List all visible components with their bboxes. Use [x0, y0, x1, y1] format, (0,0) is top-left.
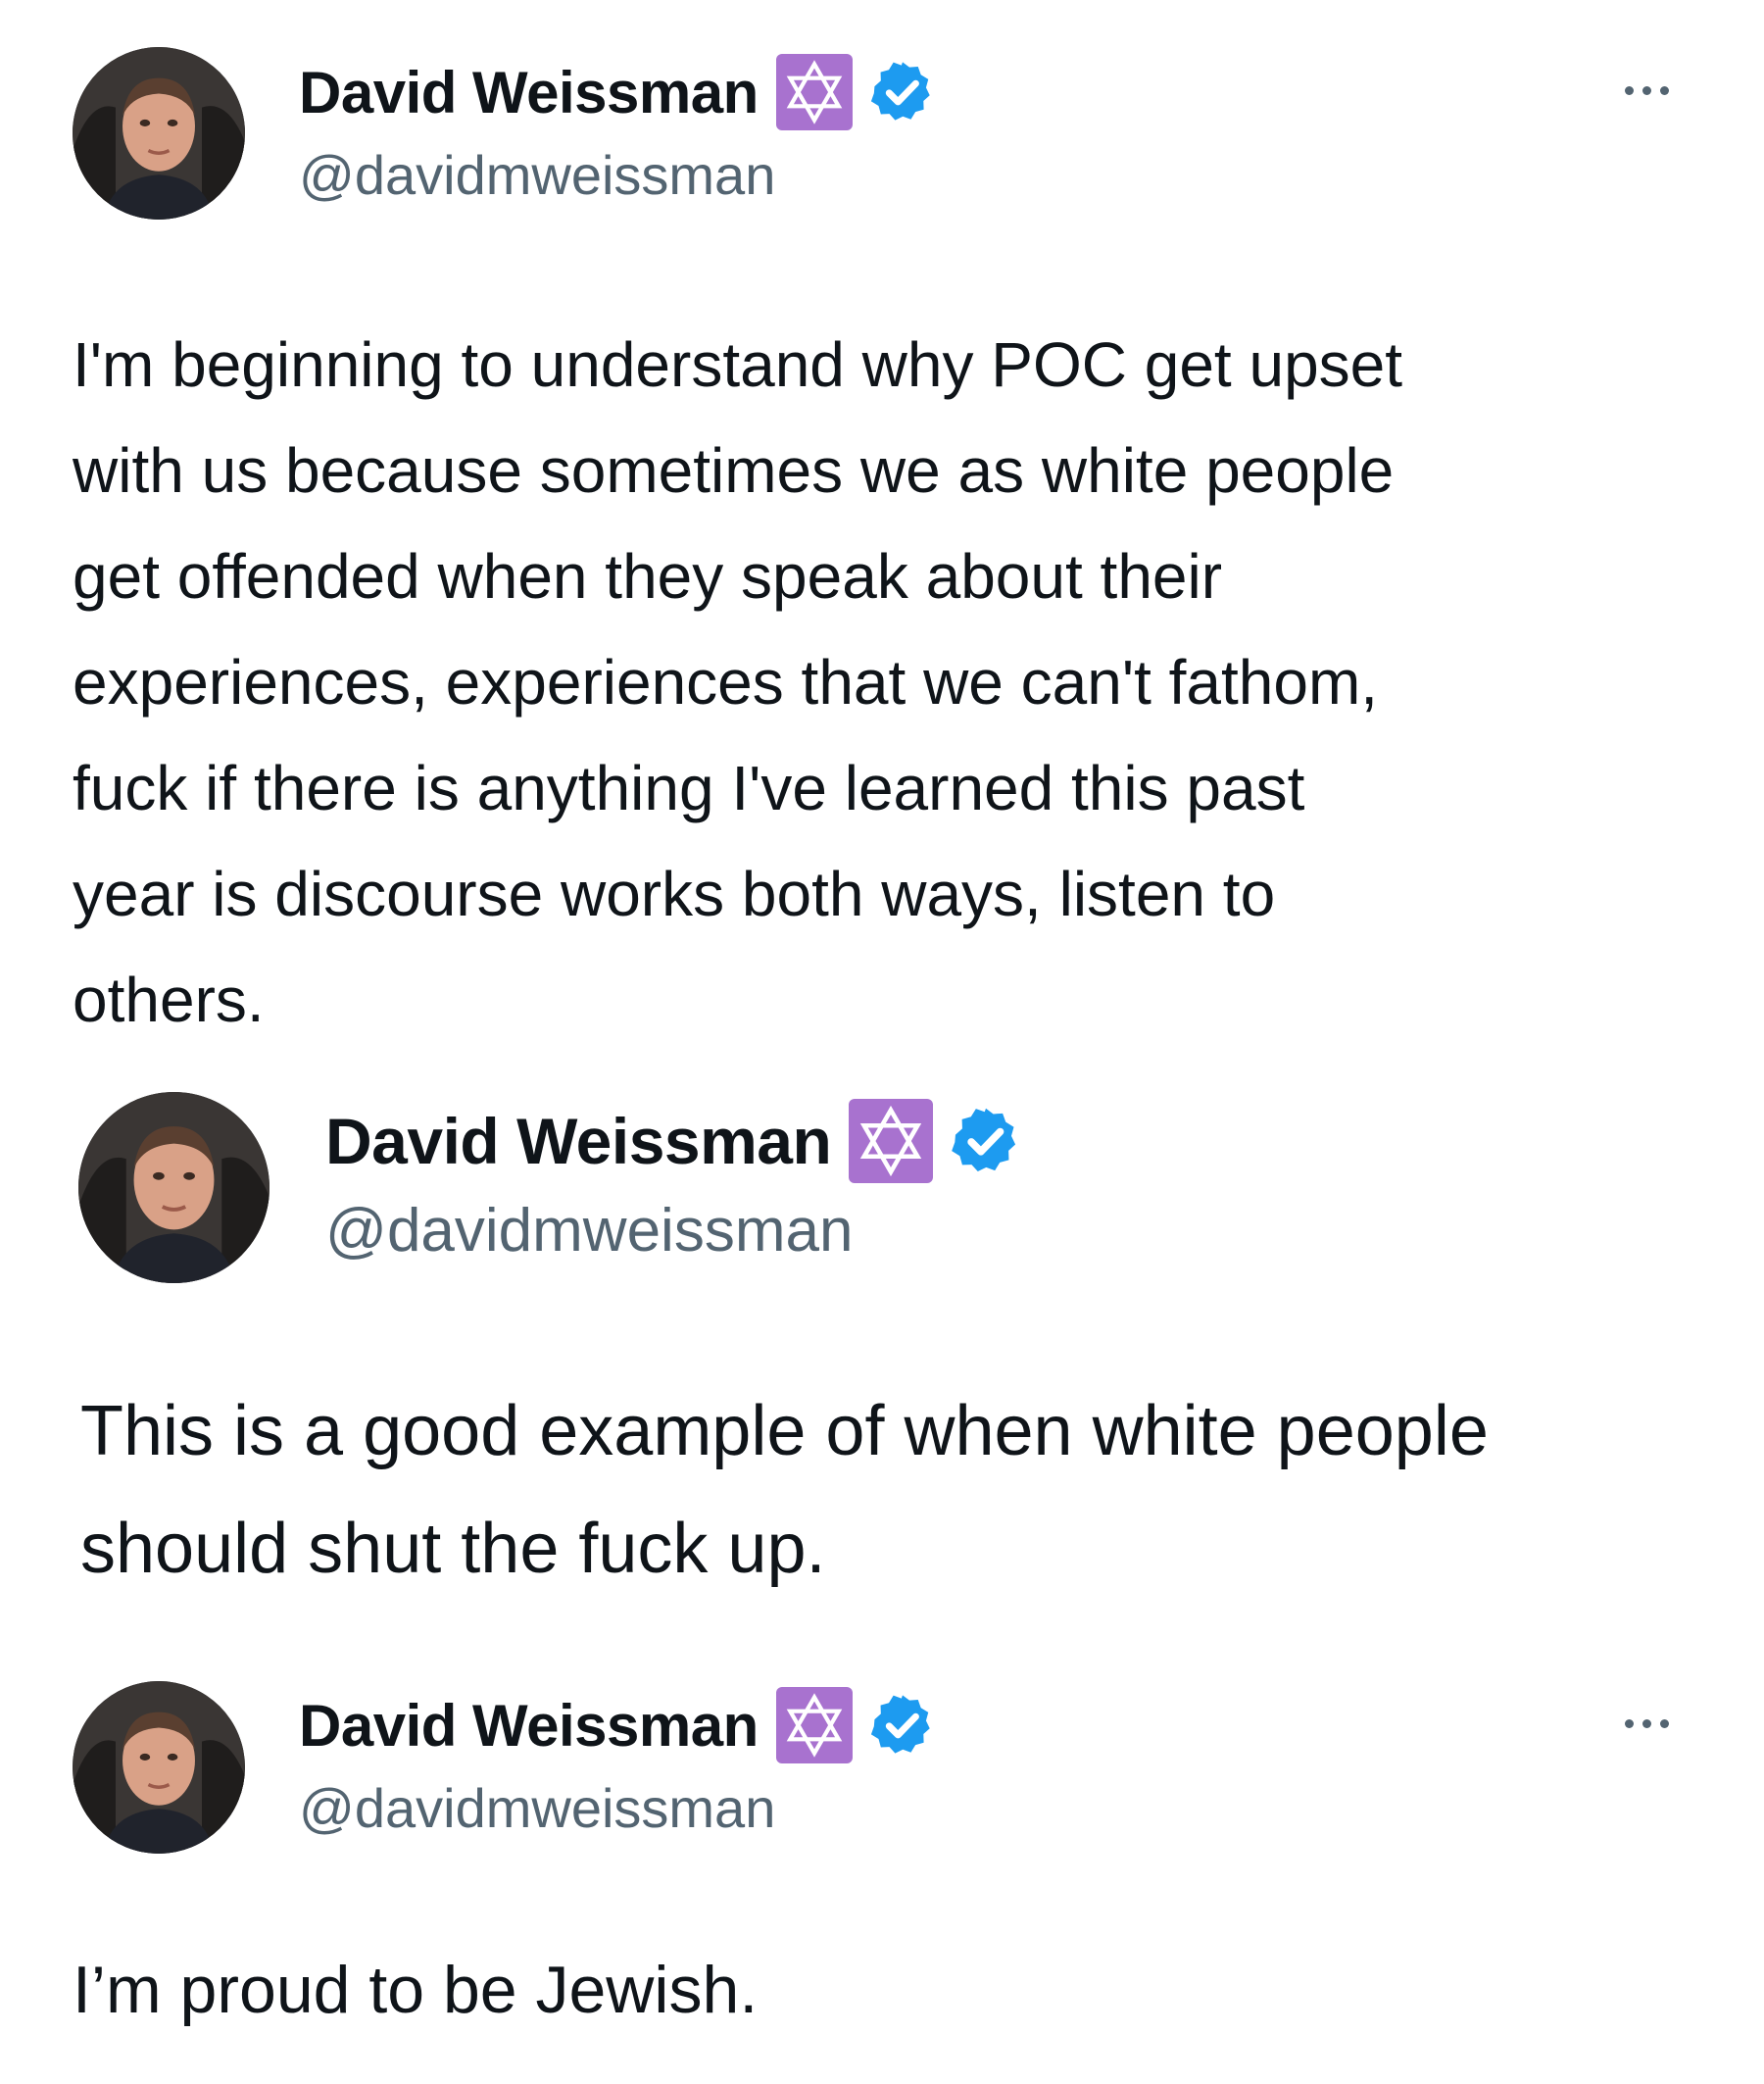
- tweet-text: I’m proud to be Jewish.: [73, 1953, 759, 2027]
- tweet: David Weissman @davidmweissman I’m proud…: [0, 1666, 1764, 2084]
- star-of-david-badge-icon: [849, 1099, 934, 1183]
- verified-badge-icon[interactable]: [868, 1691, 937, 1760]
- verified-badge-icon[interactable]: [868, 58, 937, 126]
- more-options-icon[interactable]: [1625, 1719, 1669, 1728]
- name-row: David Weissman: [299, 51, 937, 133]
- avatar[interactable]: [73, 47, 245, 220]
- dot: [1660, 86, 1669, 95]
- verified-badge-icon[interactable]: [949, 1104, 1023, 1178]
- handle[interactable]: @davidmweissman: [299, 143, 775, 207]
- display-name[interactable]: David Weissman: [299, 1692, 759, 1760]
- dot: [1642, 86, 1651, 95]
- dot: [1660, 1719, 1669, 1728]
- star-of-david-badge-icon: [775, 54, 853, 130]
- dot: [1642, 1719, 1651, 1728]
- avatar[interactable]: [78, 1092, 270, 1283]
- handle[interactable]: @davidmweissman: [325, 1196, 853, 1265]
- tweet-text: This is a good example of when white peo…: [80, 1392, 1489, 1588]
- avatar[interactable]: [73, 1681, 245, 1854]
- handle[interactable]: @davidmweissman: [299, 1776, 775, 1840]
- name-row: David Weissman: [325, 1096, 1023, 1186]
- dot: [1625, 86, 1634, 95]
- star-of-david-badge-icon: [775, 1687, 853, 1763]
- tweet: David Weissman @davidmweissman I'm begin…: [0, 0, 1764, 1059]
- name-row: David Weissman: [299, 1684, 937, 1766]
- tweet: David Weissman @davidmweissman This is a…: [0, 1059, 1764, 1608]
- dot: [1625, 1719, 1634, 1728]
- display-name[interactable]: David Weissman: [299, 59, 759, 126]
- display-name[interactable]: David Weissman: [325, 1104, 832, 1178]
- tweet-text: I'm beginning to understand why POC get …: [73, 329, 1403, 1035]
- more-options-icon[interactable]: [1625, 86, 1669, 95]
